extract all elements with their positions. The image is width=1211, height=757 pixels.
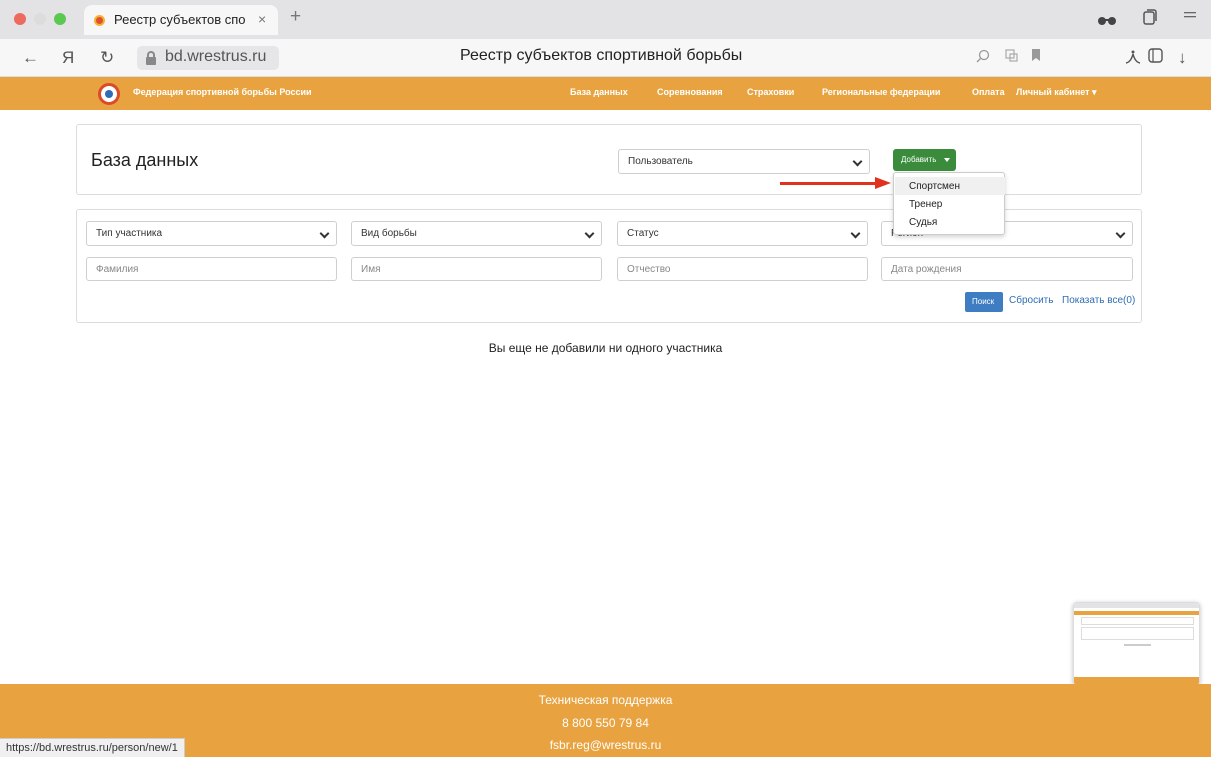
search-page-icon[interactable] <box>976 49 990 67</box>
window-minimize-button[interactable] <box>34 13 46 25</box>
nav-item-competitions[interactable]: Соревнования <box>657 87 723 97</box>
add-dropdown-menu: Спортсмен Тренер Судья <box>893 172 1005 235</box>
entity-type-select-value: Пользователь <box>628 156 693 167</box>
patronymic-input[interactable]: Отчество <box>617 257 868 281</box>
window-close-button[interactable] <box>14 13 26 25</box>
first-name-input[interactable]: Имя <box>351 257 602 281</box>
chevron-down-icon <box>584 228 595 239</box>
chevron-down-icon <box>319 228 330 239</box>
add-button-label: Добавить <box>901 155 937 164</box>
chevron-down-icon <box>1115 228 1126 239</box>
site-favicon-icon <box>94 15 105 26</box>
reset-link[interactable]: Сбросить <box>1009 295 1053 306</box>
tab-title: Реестр субъектов спо <box>114 12 246 27</box>
page-title: База данных <box>91 150 199 170</box>
status-bar-url: https://bd.wrestrus.ru/person/new/1 <box>0 738 185 757</box>
thumbnail-card <box>1081 627 1194 640</box>
entity-type-select[interactable]: Пользователь <box>618 149 870 174</box>
extensions-icon[interactable] <box>1147 47 1164 68</box>
thumbnail-navbar <box>1074 611 1199 615</box>
nav-item-database[interactable]: База данных <box>570 87 628 97</box>
search-button-label: Поиск <box>972 297 995 306</box>
url-text: bd.wrestrus.ru <box>165 48 267 65</box>
tabs-overview-icon[interactable] <box>1143 9 1157 30</box>
support-title: Техническая поддержка <box>538 693 673 707</box>
browser-tab-bar: Реестр субъектов спо × + <box>0 0 1211 39</box>
menu-item-label: Спортсмен <box>909 181 960 192</box>
incognito-glasses-icon[interactable] <box>1097 13 1117 31</box>
annotation-arrow-head-icon <box>875 177 891 189</box>
menu-item-label: Судья <box>909 217 938 228</box>
annotation-arrow-line <box>780 182 877 185</box>
status-select[interactable]: Статус <box>617 221 868 246</box>
participant-type-select-value: Тип участника <box>96 228 163 239</box>
brand-name-link[interactable]: Федерация спортивной борьбы России <box>133 87 312 97</box>
browser-tab-active[interactable]: Реестр субъектов спо × <box>84 5 278 35</box>
federation-logo-icon[interactable] <box>98 83 120 105</box>
empty-state-message: Вы еще не добавили ни одного участника <box>488 341 723 355</box>
birth-date-input[interactable]: Дата рождения <box>881 257 1133 281</box>
nav-item-account[interactable]: Личный кабинет ▾ <box>1016 87 1097 98</box>
status-select-value: Статус <box>627 228 659 239</box>
back-arrow-icon[interactable]: ← <box>22 48 39 68</box>
participant-type-select[interactable]: Тип участника <box>86 221 337 246</box>
tab-close-icon[interactable]: × <box>258 11 266 27</box>
bookmark-icon[interactable] <box>1031 49 1041 66</box>
url-field[interactable]: bd.wrestrus.ru <box>137 46 279 70</box>
caret-down-icon <box>944 158 950 162</box>
chevron-down-icon <box>850 228 861 239</box>
birth-date-placeholder: Дата рождения <box>891 264 962 275</box>
wrestling-style-select-value: Вид борьбы <box>361 228 417 239</box>
wrestling-style-select[interactable]: Вид борьбы <box>351 221 602 246</box>
show-all-link[interactable]: Показать все(0) <box>1062 295 1135 306</box>
window-zoom-button[interactable] <box>54 13 66 25</box>
protect-icon[interactable] <box>1124 49 1142 69</box>
site-navbar: Федерация спортивной борьбы России База … <box>0 77 1211 110</box>
reload-icon[interactable]: ↻ <box>100 48 114 68</box>
support-phone[interactable]: 8 800 550 79 84 <box>0 716 1211 730</box>
search-button[interactable]: Поиск <box>965 292 1003 312</box>
last-name-placeholder: Фамилия <box>96 264 139 275</box>
thumbnail-tabbar <box>1074 603 1199 608</box>
thumbnail-line <box>1124 644 1151 646</box>
nav-item-payment[interactable]: Оплата <box>972 87 1005 97</box>
translate-icon[interactable] <box>1005 49 1018 66</box>
last-name-input[interactable]: Фамилия <box>86 257 337 281</box>
menu-item-coach[interactable]: Тренер <box>895 195 1005 213</box>
nav-item-regional-federations[interactable]: Региональные федерации <box>822 87 940 97</box>
first-name-placeholder: Имя <box>361 264 381 275</box>
page-preview-thumbnail[interactable] <box>1073 602 1200 686</box>
menu-item-label: Тренер <box>909 199 943 210</box>
download-icon[interactable]: ↓ <box>1178 48 1187 68</box>
chevron-down-icon <box>852 156 863 167</box>
menu-icon[interactable] <box>1184 9 1196 27</box>
new-tab-button[interactable]: + <box>290 6 301 28</box>
thumbnail-card <box>1081 617 1194 625</box>
address-bar-page-title: Реестр субъектов спортивной борьбы <box>460 47 743 64</box>
lock-icon <box>146 51 156 65</box>
browser-address-bar: ← Я ↻ bd.wrestrus.ru Реестр субъектов сп… <box>0 39 1211 77</box>
patronymic-placeholder: Отчество <box>627 264 671 275</box>
menu-item-referee[interactable]: Судья <box>895 213 1005 231</box>
nav-item-insurance[interactable]: Страховки <box>747 87 794 97</box>
add-button[interactable]: Добавить <box>893 149 956 171</box>
menu-item-athlete[interactable]: Спортсмен <box>895 177 1005 195</box>
yandex-logo-icon[interactable]: Я <box>62 48 74 68</box>
